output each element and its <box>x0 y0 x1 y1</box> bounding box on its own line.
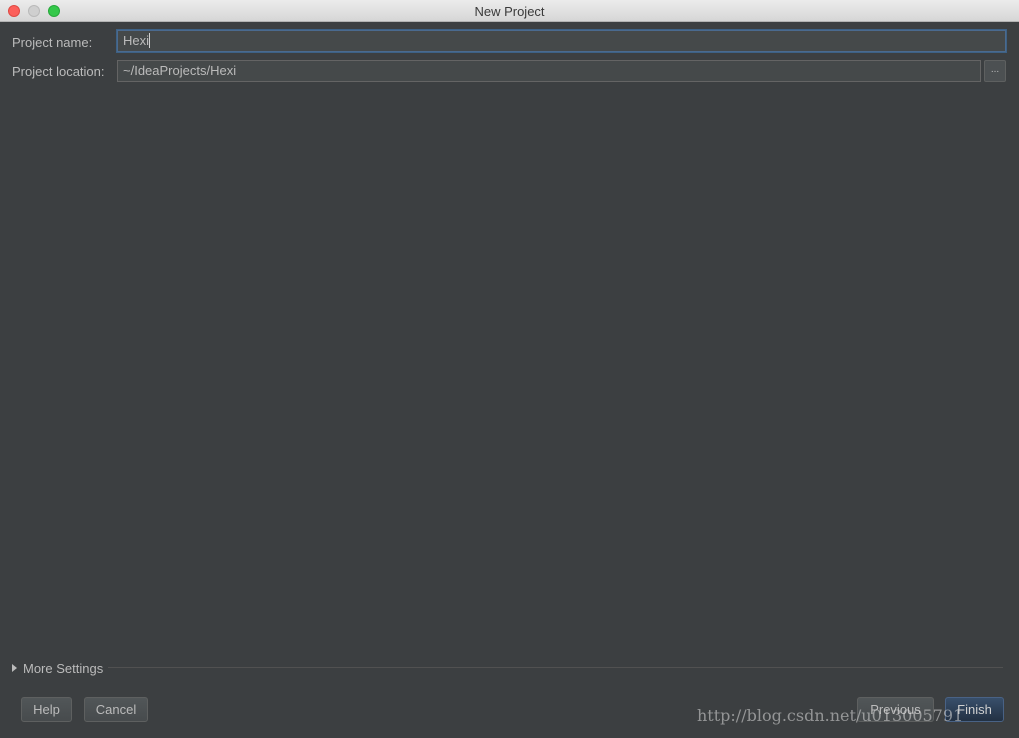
more-settings-toggle[interactable]: More Settings <box>12 660 103 676</box>
cancel-button[interactable]: Cancel <box>84 697 148 722</box>
text-caret <box>149 33 151 48</box>
project-name-label: Project name: <box>12 35 93 50</box>
disclosure-triangle-icon <box>12 664 17 672</box>
project-location-value: ~/IdeaProjects/Hexi <box>123 63 237 78</box>
more-settings-separator <box>108 667 1003 668</box>
window-title: New Project <box>474 4 545 19</box>
watermark-text: http://blog.csdn.net/u013005791 <box>697 706 964 725</box>
project-name-value: Hexi <box>123 33 150 48</box>
project-location-input[interactable]: ~/IdeaProjects/Hexi <box>117 60 981 82</box>
project-location-label: Project location: <box>12 64 105 79</box>
more-settings-label: More Settings <box>23 660 104 676</box>
new-project-dialog: New Project Project name: Hexi Project l… <box>0 0 1019 738</box>
project-name-input[interactable]: Hexi <box>117 30 1006 52</box>
browse-location-button[interactable]: ... <box>984 60 1006 82</box>
title-bar[interactable]: New Project <box>0 0 1019 22</box>
help-button[interactable]: Help <box>21 697 72 722</box>
